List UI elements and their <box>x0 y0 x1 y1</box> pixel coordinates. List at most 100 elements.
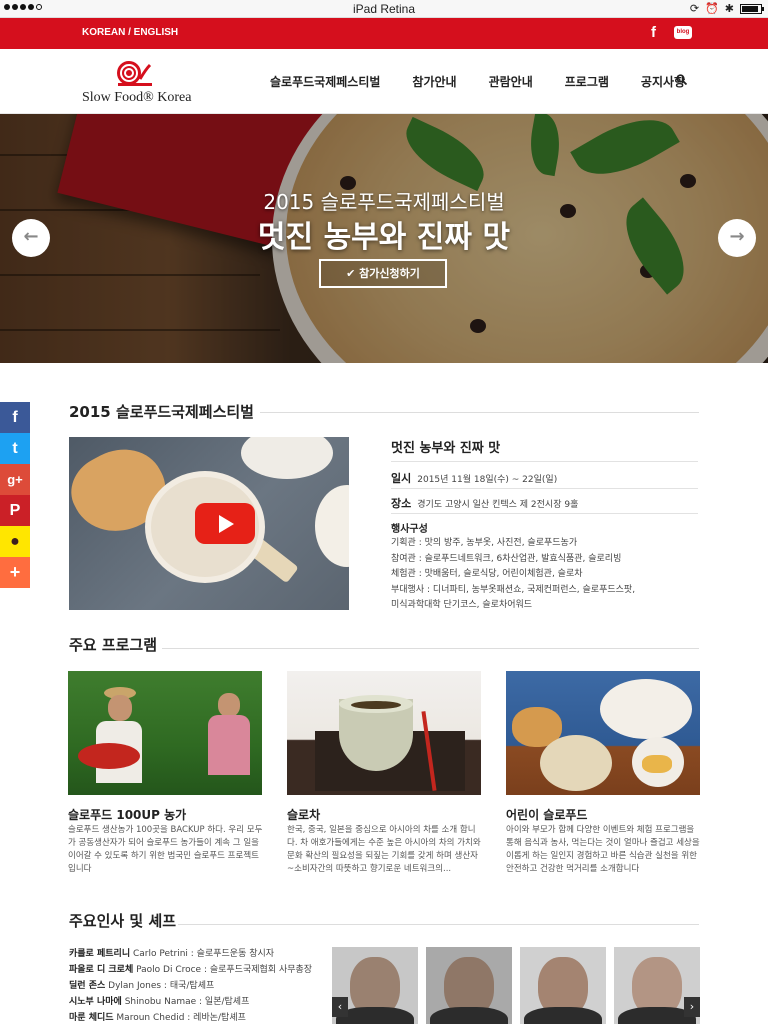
person-name: 파올로 디 크로체 <box>69 965 134 975</box>
facebook-icon[interactable]: f <box>651 24 656 41</box>
date-label: 일시 <box>391 472 412 485</box>
status-bar: iPad Retina ⟳ ⏰ ✱ <box>0 0 768 18</box>
alarm-icon: ⏰ <box>705 2 719 15</box>
divider <box>178 924 699 925</box>
divider <box>391 513 698 514</box>
festival-date: 일시 2015년 11월 18일(수) ~ 22일(일) <box>391 470 557 486</box>
snail-logo-icon <box>117 61 152 86</box>
people-item[interactable]: 파올로 디 크로체 Paolo Di Croce : 슬로푸드국제협회 사무총장 <box>69 962 312 978</box>
person-name: 딜런 존스 <box>69 981 106 991</box>
farmer-face <box>218 693 240 717</box>
nav-participation[interactable]: 참가안내 <box>412 73 456 90</box>
program-description: 슬로푸드 생산농가 100곳을 BACKUP 하다. 우리 모두가 공동생산자가… <box>68 825 263 874</box>
chef-shirt <box>524 1007 602 1024</box>
facebook-share-icon[interactable]: f <box>0 402 30 433</box>
date-value: 2015년 11월 18일(수) ~ 22일(일) <box>417 475 558 485</box>
people-item[interactable]: 카를로 페트리니 Carlo Petrini : 슬로푸드운동 창시자 <box>69 946 312 962</box>
hero-prev-button[interactable]: ← <box>12 219 50 257</box>
person-detail: Shinobu Namae : 일본/탑셰프 <box>124 997 250 1007</box>
nav-festival[interactable]: 슬로푸드국제페스티벌 <box>270 73 380 90</box>
program-description: 아이와 부모가 함께 다양한 이벤트와 체험 프로그램을 통해 음식과 농사, … <box>506 825 700 874</box>
festival-place: 장소 경기도 고양시 일산 킨텍스 제 2전시장 9홀 <box>391 495 578 511</box>
red-peppers <box>78 743 140 769</box>
hero-next-button[interactable]: → <box>718 219 756 257</box>
main-nav: 슬로푸드국제페스티벌 참가안내 관람안내 프로그램 공지사항 <box>270 73 717 90</box>
tea <box>351 701 401 709</box>
logo-text: Slow Food® Korea <box>82 90 192 105</box>
people-item[interactable]: 시노부 나마에 Shinobu Namae : 일본/탑셰프 <box>69 994 312 1010</box>
festival-video[interactable] <box>69 437 349 610</box>
more-share-icon[interactable]: + <box>0 557 30 588</box>
composition-item: 미식과학대학 단기코스, 슬로차어워드 <box>391 600 533 610</box>
people-section-title: 주요인사 및 셰프 <box>69 912 177 930</box>
program-image-kids[interactable] <box>506 671 700 795</box>
hero-banner: 2015 슬로푸드국제페스티벌 멋진 농부와 진짜 맛 ✔ 참가신청하기 ← → <box>0 114 768 363</box>
person-detail: Carlo Petrini : 슬로푸드운동 창시자 <box>132 949 275 959</box>
divider <box>260 412 699 413</box>
bluetooth-icon: ✱ <box>724 2 734 15</box>
composition-item: 체험관 : 맛배움터, 슬로식당, 어린이체험관, 슬로차 <box>391 569 583 579</box>
blog-icon[interactable]: blog <box>674 26 692 39</box>
fruit <box>642 755 672 773</box>
person-name: 시노부 나마에 <box>69 997 122 1007</box>
rotation-lock-icon: ⟳ <box>689 2 700 15</box>
people-item[interactable]: 마룬 체디드 Maroun Chedid : 레바논/탑셰프 <box>69 1010 312 1024</box>
composition-label: 행사구성 <box>391 524 428 535</box>
site-header: Slow Food® Korea 슬로푸드국제페스티벌 참가안내 관람안내 프로… <box>0 49 768 114</box>
plate-image <box>315 485 349 567</box>
chef-shirt <box>430 1007 508 1024</box>
chef-next-button[interactable]: › <box>684 997 700 1017</box>
hero-title: 멋진 농부와 진짜 맛 <box>257 220 511 255</box>
hero-subtitle: 2015 슬로푸드국제페스티벌 <box>263 190 505 214</box>
people-item[interactable]: 딜런 존스 Dylan Jones : 태국/탑셰프 <box>69 978 312 994</box>
nav-program[interactable]: 프로그램 <box>565 73 609 90</box>
place-value: 경기도 고양시 일산 킨텍스 제 2전시장 9홀 <box>417 500 579 510</box>
slow-food-korea-logo[interactable]: Slow Food® Korea <box>82 57 197 109</box>
farmer-face <box>108 695 132 721</box>
program-image-farm[interactable] <box>68 671 262 795</box>
kakao-share-icon[interactable]: ● <box>0 526 30 557</box>
chef-prev-button[interactable]: ‹ <box>332 997 348 1017</box>
program-title[interactable]: 어린이 슬로푸드 <box>506 806 587 823</box>
top-strip: KOREAN / ENGLISH f blog <box>0 18 768 49</box>
status-bar-title: iPad Retina <box>352 2 416 16</box>
play-icon[interactable] <box>195 503 255 544</box>
divider <box>162 648 699 649</box>
plate-image <box>241 437 333 479</box>
search-icon[interactable] <box>676 74 687 85</box>
twitter-share-icon[interactable]: t <box>0 433 30 464</box>
register-button[interactable]: ✔ 참가신청하기 <box>319 259 447 288</box>
composition-item: 부대행사 : 디너파티, 농부옷패션쇼, 국제컨퍼런스, 슬로푸드스팟, <box>391 584 636 595</box>
divider <box>391 461 698 462</box>
status-icons: ⟳ ⏰ ✱ <box>689 2 764 15</box>
farmer-body <box>208 715 250 775</box>
person-detail: Paolo Di Croce : 슬로푸드국제협회 사무총장 <box>136 965 313 975</box>
program-title[interactable]: 슬로푸드 100UP 농가 <box>68 806 186 823</box>
person-name: 카를로 페트리니 <box>69 949 131 959</box>
person-detail: Dylan Jones : 태국/탑셰프 <box>108 981 215 991</box>
person-detail: Maroun Chedid : 레바논/탑셰프 <box>116 1013 246 1023</box>
language-toggle[interactable]: KOREAN / ENGLISH <box>82 27 178 38</box>
chef-photo[interactable] <box>426 947 512 1024</box>
chef-photo[interactable] <box>520 947 606 1024</box>
festival-section-title: 2015 슬로푸드국제페스티벌 <box>69 403 254 421</box>
festival-info-title: 멋진 농부와 진짜 맛 <box>391 441 501 456</box>
place-label: 장소 <box>391 497 412 510</box>
nav-visit[interactable]: 관람안내 <box>489 73 533 90</box>
pinterest-share-icon[interactable]: P <box>0 495 30 526</box>
share-sidebar: f t g+ P ● + <box>0 402 30 588</box>
program-image-tea[interactable] <box>287 671 481 795</box>
composition-item: 기획관 : 맛의 방주, 농부옷, 사진전, 슬로푸드농가 <box>391 538 578 548</box>
composition-item: 참여관 : 슬로푸드네트워크, 6차산업관, 발효식품관, 슬로리빙 <box>391 553 622 564</box>
battery-icon <box>740 3 764 14</box>
person-name: 마룬 체디드 <box>69 1013 114 1023</box>
people-list: 카를로 페트리니 Carlo Petrini : 슬로푸드운동 창시자 파올로 … <box>69 946 312 1024</box>
program-title[interactable]: 슬로차 <box>287 806 320 823</box>
program-description: 한국, 중국, 일본을 중심으로 아시아의 차를 소개 합니다. 차 애호가들에… <box>287 825 481 874</box>
divider <box>391 488 698 489</box>
composition-list: 기획관 : 맛의 방주, 농부옷, 사진전, 슬로푸드농가 참여관 : 슬로푸드… <box>391 536 635 614</box>
programs-section-title: 주요 프로그램 <box>69 636 158 654</box>
bowl-image <box>600 679 692 739</box>
googleplus-share-icon[interactable]: g+ <box>0 464 30 495</box>
porridge-bowl <box>540 735 612 791</box>
